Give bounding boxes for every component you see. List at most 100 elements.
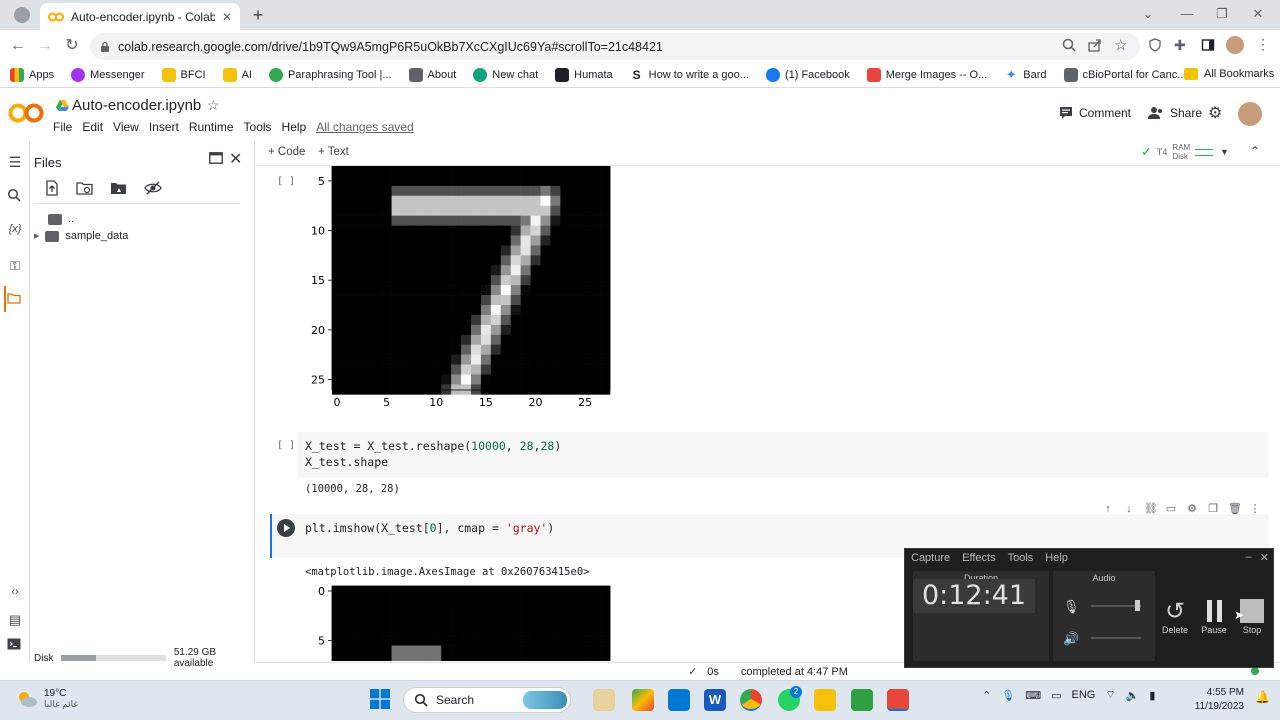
recorder-menu-capture[interactable]: Capture (911, 552, 950, 564)
files-folder-icon[interactable] (7, 292, 23, 308)
profile-icon[interactable] (14, 7, 30, 23)
speaker-volume-slider[interactable] (1091, 637, 1141, 639)
extensions-puzzle-icon[interactable]: ✚ (1174, 37, 1186, 54)
delete-recording-button[interactable]: ↺ Delete (1155, 597, 1195, 636)
camtasia-green-icon[interactable] (851, 689, 873, 711)
secrets-key-icon[interactable]: ⚿ (7, 258, 23, 274)
reload-icon[interactable]: ↻ (62, 36, 82, 56)
bookmark-item[interactable]: (1) Facebook (765, 67, 850, 82)
zoom-icon[interactable] (1062, 38, 1076, 52)
close-tab-icon[interactable]: ✕ (222, 10, 232, 24)
chrome-taskbar-icon[interactable] (740, 689, 762, 711)
saved-status[interactable]: All changes saved (316, 120, 413, 134)
bookmark-item[interactable]: Paraphrasing Tool |... (268, 67, 392, 82)
add-code-button[interactable]: + Code (268, 146, 305, 158)
bookmark-item[interactable]: Apps (10, 67, 54, 82)
bookmark-item[interactable]: cBioPortal for Canc... (1063, 67, 1186, 82)
battery-icon[interactable]: ▮ (1149, 689, 1155, 702)
code-line[interactable]: plt.imshow(X_test[0], cmap = 'gray') (305, 521, 554, 535)
tab-search-chevron-icon[interactable]: ⌄ (1138, 4, 1158, 24)
star-icon[interactable]: ☆ (207, 97, 220, 114)
mount-drive-icon[interactable] (110, 180, 128, 196)
browser-tab[interactable]: Auto-encoder.ipynb - Colaborat ✕ (40, 3, 240, 30)
pause-recording-button[interactable]: Pause (1194, 597, 1234, 635)
open-in-tab-icon[interactable] (209, 152, 223, 164)
refresh-folder-icon[interactable] (76, 180, 94, 196)
taskbar-clock[interactable]: 4:55 PM 11/19/2023 (1192, 686, 1244, 714)
new-tab-button[interactable]: + (248, 5, 268, 25)
add-text-button[interactable]: + Text (318, 146, 349, 158)
avatar[interactable] (1238, 102, 1262, 126)
recorder-close-icon[interactable]: ✕ (1260, 551, 1269, 564)
terminal-icon[interactable] (7, 638, 23, 654)
recorder-menu-help[interactable]: Help (1045, 552, 1068, 564)
menu-help[interactable]: Help (282, 120, 307, 134)
upload-file-icon[interactable] (44, 180, 60, 196)
avatar[interactable] (1226, 36, 1244, 54)
share-page-icon[interactable] (1088, 38, 1102, 52)
runtime-status[interactable]: ✓ T4 RAM Disk (1141, 143, 1214, 161)
bookmark-item[interactable]: S How to write a goo... (629, 67, 749, 82)
taskbar-search[interactable]: Search (403, 687, 571, 713)
expand-triangle-icon[interactable]: ▶ (34, 232, 39, 240)
bookmark-item[interactable]: AI (222, 67, 252, 82)
menu-runtime[interactable]: Runtime (189, 120, 234, 134)
bookmark-star-icon[interactable]: ☆ (1114, 36, 1127, 54)
menu-view[interactable]: View (113, 120, 139, 134)
run-cell-button[interactable] (277, 519, 295, 537)
back-arrow-icon[interactable]: ← (8, 36, 28, 56)
share-button[interactable]: Share (1148, 106, 1202, 120)
menu-tools[interactable]: Tools (244, 120, 272, 134)
mic-slider-handle[interactable] (1135, 600, 1140, 611)
close-panel-icon[interactable]: ✕ (229, 149, 242, 169)
collapse-header-icon[interactable]: ⌃ (1250, 144, 1260, 158)
file-item-parent[interactable]: .. (48, 213, 74, 225)
variables-icon[interactable]: {x} (7, 223, 23, 239)
notebook-title[interactable]: Auto-encoder.ipynb (72, 97, 201, 114)
file-explorer-icon[interactable] (814, 689, 836, 711)
comment-button[interactable]: Comment (1059, 106, 1131, 120)
runtime-dropdown-icon[interactable]: ▼ (1220, 147, 1229, 157)
tray-drive-icon[interactable]: ▭ (1051, 689, 1061, 702)
mic-volume-slider[interactable] (1091, 605, 1141, 607)
cell-run-bracket[interactable]: [ ] (277, 440, 295, 451)
microsoft-store-icon[interactable] (668, 689, 690, 711)
weather-widget[interactable]: 19°C غائم غالبا (16, 688, 78, 710)
colab-logo[interactable] (8, 101, 44, 125)
code-line[interactable]: X_test.shape (305, 455, 388, 469)
maximize-window-icon[interactable]: ❐ (1212, 4, 1232, 24)
bookmark-item[interactable]: About (408, 67, 456, 82)
cell-run-bracket[interactable]: [ ] (277, 176, 295, 187)
recorder-minimize-icon[interactable]: – (1246, 551, 1252, 564)
notifications-bell-icon[interactable]: 🔔 (1255, 690, 1270, 704)
table-of-contents-icon[interactable]: ☰ (7, 154, 23, 170)
speaker-icon[interactable]: 🔊 (1063, 631, 1079, 647)
menu-insert[interactable]: Insert (149, 120, 179, 134)
teams-app-icon[interactable] (632, 689, 654, 711)
address-bar[interactable]: colab.research.google.com/drive/1b9TQw9A… (90, 33, 1140, 60)
code-snippets-icon[interactable]: ‹› (7, 586, 23, 602)
bookmark-item[interactable]: Merge Images -- O... (866, 67, 987, 82)
word-icon[interactable]: W (704, 689, 726, 711)
command-palette-icon[interactable]: ▤ (7, 612, 23, 628)
extension-shield-icon[interactable] (1148, 38, 1162, 52)
bookmark-item[interactable]: New chat (473, 67, 538, 82)
tray-mic-icon[interactable]: 🎙 (1001, 689, 1015, 702)
all-bookmarks[interactable]: All Bookmarks (1184, 68, 1274, 80)
file-explorer-photos-icon[interactable] (593, 689, 615, 711)
side-panel-icon[interactable] (1201, 38, 1215, 52)
menu-file[interactable]: File (53, 120, 72, 134)
volume-icon[interactable]: 🔈 (1126, 689, 1140, 702)
settings-gear-icon[interactable]: ⚙ (1208, 106, 1222, 122)
bookmark-item[interactable]: Humata (555, 67, 613, 82)
input-language[interactable]: ENG (1071, 689, 1095, 701)
search-icon[interactable] (7, 188, 23, 204)
camtasia-recorder-icon[interactable] (887, 689, 909, 711)
bookmark-item[interactable]: Messenger (71, 67, 145, 82)
chrome-menu-icon[interactable]: ⋮ (1256, 36, 1270, 53)
windows-start-icon[interactable] (370, 689, 390, 709)
tray-chevron-icon[interactable]: ⌃ (982, 689, 991, 702)
menu-edit[interactable]: Edit (82, 120, 103, 134)
bookmark-item[interactable]: ✦ Bard (1004, 67, 1047, 82)
wifi-icon[interactable]: ⌔ (1105, 688, 1115, 702)
